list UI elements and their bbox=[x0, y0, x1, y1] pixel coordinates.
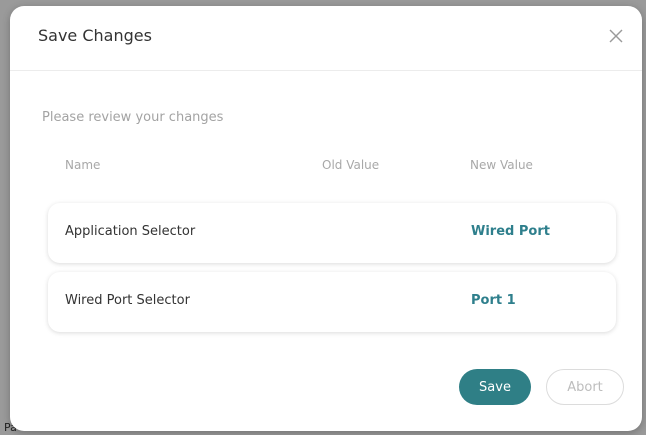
save-changes-dialog: Save Changes Please review your changes … bbox=[10, 6, 642, 431]
column-header-name: Name bbox=[65, 158, 101, 172]
change-row: Wired Port Selector Port 1 bbox=[48, 272, 616, 332]
column-header-old-value: Old Value bbox=[322, 158, 380, 172]
change-row-name: Wired Port Selector bbox=[65, 293, 190, 308]
change-row-new-value: Port 1 bbox=[471, 293, 516, 308]
dialog-title: Save Changes bbox=[38, 26, 152, 45]
change-row-new-value: Wired Port bbox=[471, 224, 550, 239]
save-button[interactable]: Save bbox=[459, 369, 531, 405]
change-row: Application Selector Wired Port bbox=[48, 203, 616, 263]
close-icon[interactable] bbox=[606, 26, 626, 46]
review-instructions: Please review your changes bbox=[42, 110, 224, 125]
abort-button[interactable]: Abort bbox=[546, 369, 624, 405]
column-header-new-value: New Value bbox=[470, 158, 533, 172]
change-row-name: Application Selector bbox=[65, 224, 196, 239]
dialog-header: Save Changes bbox=[10, 6, 642, 71]
